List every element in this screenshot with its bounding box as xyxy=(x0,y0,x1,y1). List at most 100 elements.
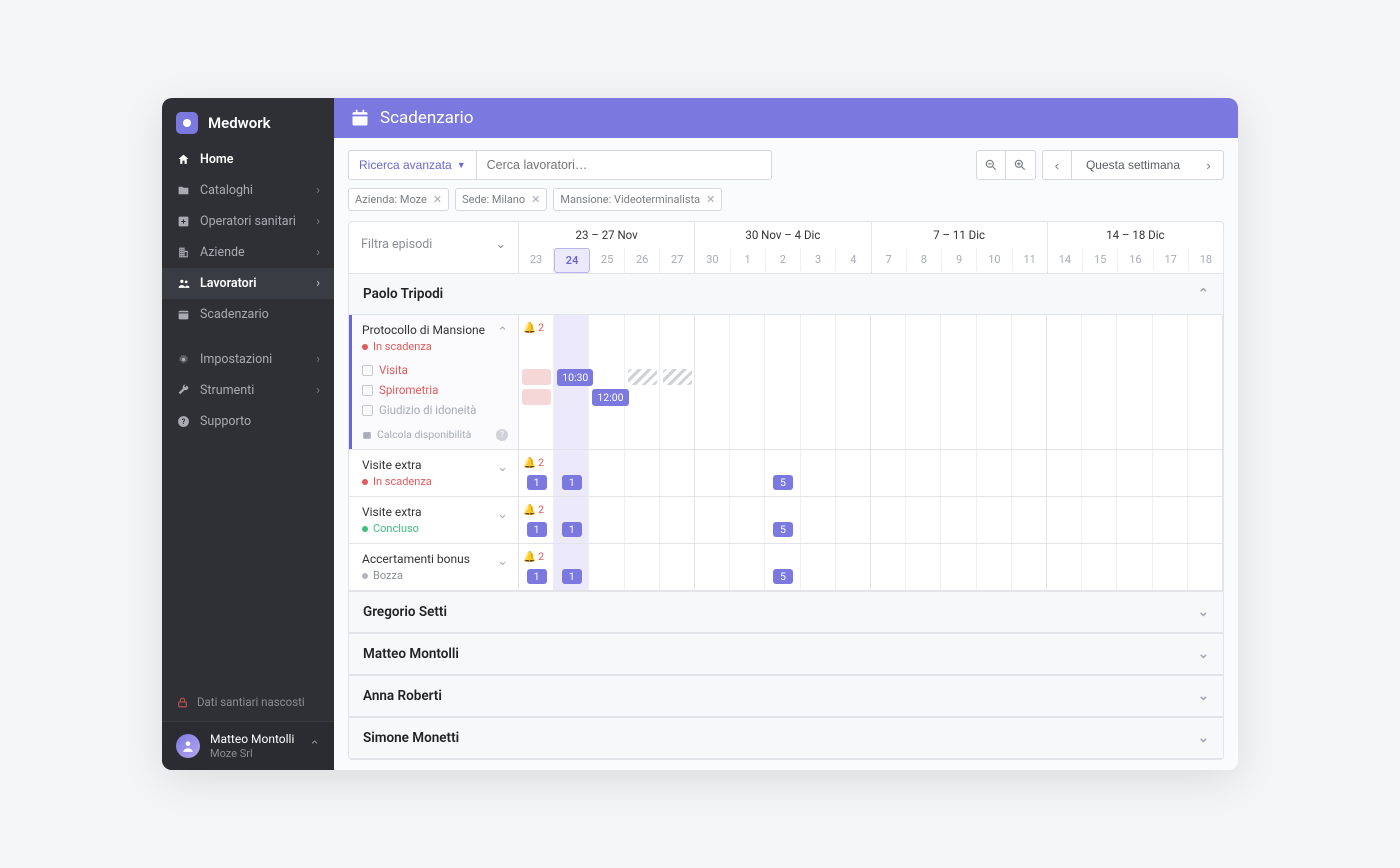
day-cell[interactable]: 16 xyxy=(1118,248,1153,271)
day-cell[interactable]: 30 xyxy=(695,248,730,271)
person-header-gregorio[interactable]: Gregorio Setti ⌄ xyxy=(349,591,1223,633)
grid-cell[interactable] xyxy=(695,544,730,590)
grid-cell[interactable] xyxy=(801,450,836,496)
grid-cell[interactable] xyxy=(1153,315,1188,449)
grid-cell[interactable] xyxy=(519,315,554,449)
grid-cell[interactable] xyxy=(977,497,1012,543)
grid-cell[interactable] xyxy=(1117,315,1152,449)
grid-cell[interactable] xyxy=(589,544,624,590)
grid-cell[interactable] xyxy=(906,450,941,496)
zoom-out-button[interactable] xyxy=(976,150,1006,180)
expand-icon[interactable]: ⌄ xyxy=(497,554,508,569)
day-cell[interactable]: 15 xyxy=(1083,248,1118,271)
filter-episodes-select[interactable]: Filtra episodi ⌄ xyxy=(349,222,518,266)
day-cell[interactable]: 26 xyxy=(625,248,660,273)
chip-sede[interactable]: Sede: Milano ✕ xyxy=(455,188,547,211)
grid-cell[interactable] xyxy=(765,544,800,590)
collapse-icon[interactable]: ⌃ xyxy=(497,325,508,340)
grid-cell[interactable] xyxy=(589,315,624,449)
day-cell[interactable]: 8 xyxy=(907,248,942,271)
grid-cell[interactable] xyxy=(906,544,941,590)
grid-cell[interactable] xyxy=(660,544,695,590)
remove-chip-icon[interactable]: ✕ xyxy=(706,193,715,206)
nav-aziende[interactable]: Aziende › xyxy=(162,237,334,268)
day-cell[interactable]: 14 xyxy=(1048,248,1083,271)
nav-lavoratori[interactable]: Lavoratori › xyxy=(162,268,334,299)
grid-cell[interactable] xyxy=(695,497,730,543)
subtask-giudizio[interactable]: Giudizio di idoneità xyxy=(362,400,508,420)
grid-cell[interactable] xyxy=(519,544,554,590)
nav-home[interactable]: Home xyxy=(162,144,334,175)
search-input[interactable] xyxy=(477,150,772,180)
grid-cell[interactable] xyxy=(1117,450,1152,496)
remove-chip-icon[interactable]: ✕ xyxy=(433,193,442,206)
grid-cell[interactable] xyxy=(730,315,765,449)
checkbox[interactable] xyxy=(362,365,373,376)
grid-cell[interactable] xyxy=(941,544,976,590)
grid-cell[interactable] xyxy=(1153,450,1188,496)
grid-cell[interactable] xyxy=(871,544,906,590)
grid-cell[interactable] xyxy=(589,450,624,496)
grid-cell[interactable] xyxy=(519,497,554,543)
grid-cell[interactable] xyxy=(1012,544,1047,590)
nav-cataloghi[interactable]: Cataloghi › xyxy=(162,175,334,206)
grid-cell[interactable] xyxy=(977,544,1012,590)
grid-cell[interactable] xyxy=(1188,497,1223,543)
next-week-button[interactable]: › xyxy=(1194,150,1224,180)
grid-cell[interactable] xyxy=(1082,315,1117,449)
grid-cell[interactable] xyxy=(836,544,871,590)
grid-cell[interactable] xyxy=(906,497,941,543)
grid-cell[interactable] xyxy=(1047,315,1082,449)
day-cell[interactable]: 3 xyxy=(801,248,836,271)
grid-cell[interactable] xyxy=(977,315,1012,449)
grid-cell[interactable] xyxy=(625,315,660,449)
person-header-anna[interactable]: Anna Roberti ⌄ xyxy=(349,675,1223,717)
grid-cell[interactable] xyxy=(695,315,730,449)
grid-cell[interactable] xyxy=(836,450,871,496)
nav-impostazioni[interactable]: Impostazioni › xyxy=(162,344,334,375)
help-icon[interactable]: ? xyxy=(496,429,508,441)
grid-cell[interactable] xyxy=(1153,497,1188,543)
grid-cell[interactable] xyxy=(660,450,695,496)
grid-cell[interactable] xyxy=(941,450,976,496)
grid-cell[interactable] xyxy=(801,544,836,590)
grid-cell[interactable] xyxy=(1082,544,1117,590)
day-cell[interactable]: 24 xyxy=(554,248,590,273)
grid-cell[interactable] xyxy=(1117,544,1152,590)
grid-cell[interactable] xyxy=(941,497,976,543)
grid-cell[interactable] xyxy=(730,497,765,543)
grid-cell[interactable] xyxy=(1047,450,1082,496)
grid-cell[interactable] xyxy=(801,315,836,449)
day-cell[interactable]: 17 xyxy=(1154,248,1189,271)
grid-cell[interactable] xyxy=(625,497,660,543)
day-cell[interactable]: 27 xyxy=(660,248,694,273)
grid-cell[interactable] xyxy=(1047,544,1082,590)
grid-cell[interactable] xyxy=(1082,497,1117,543)
person-header-matteo[interactable]: Matteo Montolli ⌄ xyxy=(349,633,1223,675)
person-header-simone[interactable]: Simone Monetti ⌄ xyxy=(349,717,1223,759)
grid-cell[interactable] xyxy=(871,315,906,449)
grid-cell[interactable] xyxy=(625,450,660,496)
day-cell[interactable]: 11 xyxy=(1013,248,1047,271)
chip-azienda[interactable]: Azienda: Moze ✕ xyxy=(348,188,449,211)
day-cell[interactable]: 1 xyxy=(731,248,766,271)
grid-cell[interactable] xyxy=(1047,497,1082,543)
day-cell[interactable]: 18 xyxy=(1189,248,1223,271)
nav-scadenzario[interactable]: Scadenzario xyxy=(162,299,334,330)
person-header-paolo[interactable]: Paolo Tripodi ⌃ xyxy=(349,274,1223,315)
grid-cell[interactable] xyxy=(1012,450,1047,496)
nav-supporto[interactable]: ? Supporto xyxy=(162,406,334,437)
grid-cell[interactable] xyxy=(1188,450,1223,496)
grid-cell[interactable] xyxy=(695,450,730,496)
day-cell[interactable]: 4 xyxy=(836,248,870,271)
nav-operatori[interactable]: Operatori sanitari › xyxy=(162,206,334,237)
day-cell[interactable]: 10 xyxy=(977,248,1012,271)
checkbox[interactable] xyxy=(362,405,373,416)
advanced-search-button[interactable]: Ricerca avanzata ▼ xyxy=(348,150,477,180)
grid-cell[interactable] xyxy=(519,450,554,496)
grid-cell[interactable] xyxy=(836,497,871,543)
grid-cell[interactable] xyxy=(1012,315,1047,449)
grid-cell[interactable] xyxy=(589,497,624,543)
grid-cell[interactable] xyxy=(765,450,800,496)
subtask-visita[interactable]: Visita xyxy=(362,360,508,380)
